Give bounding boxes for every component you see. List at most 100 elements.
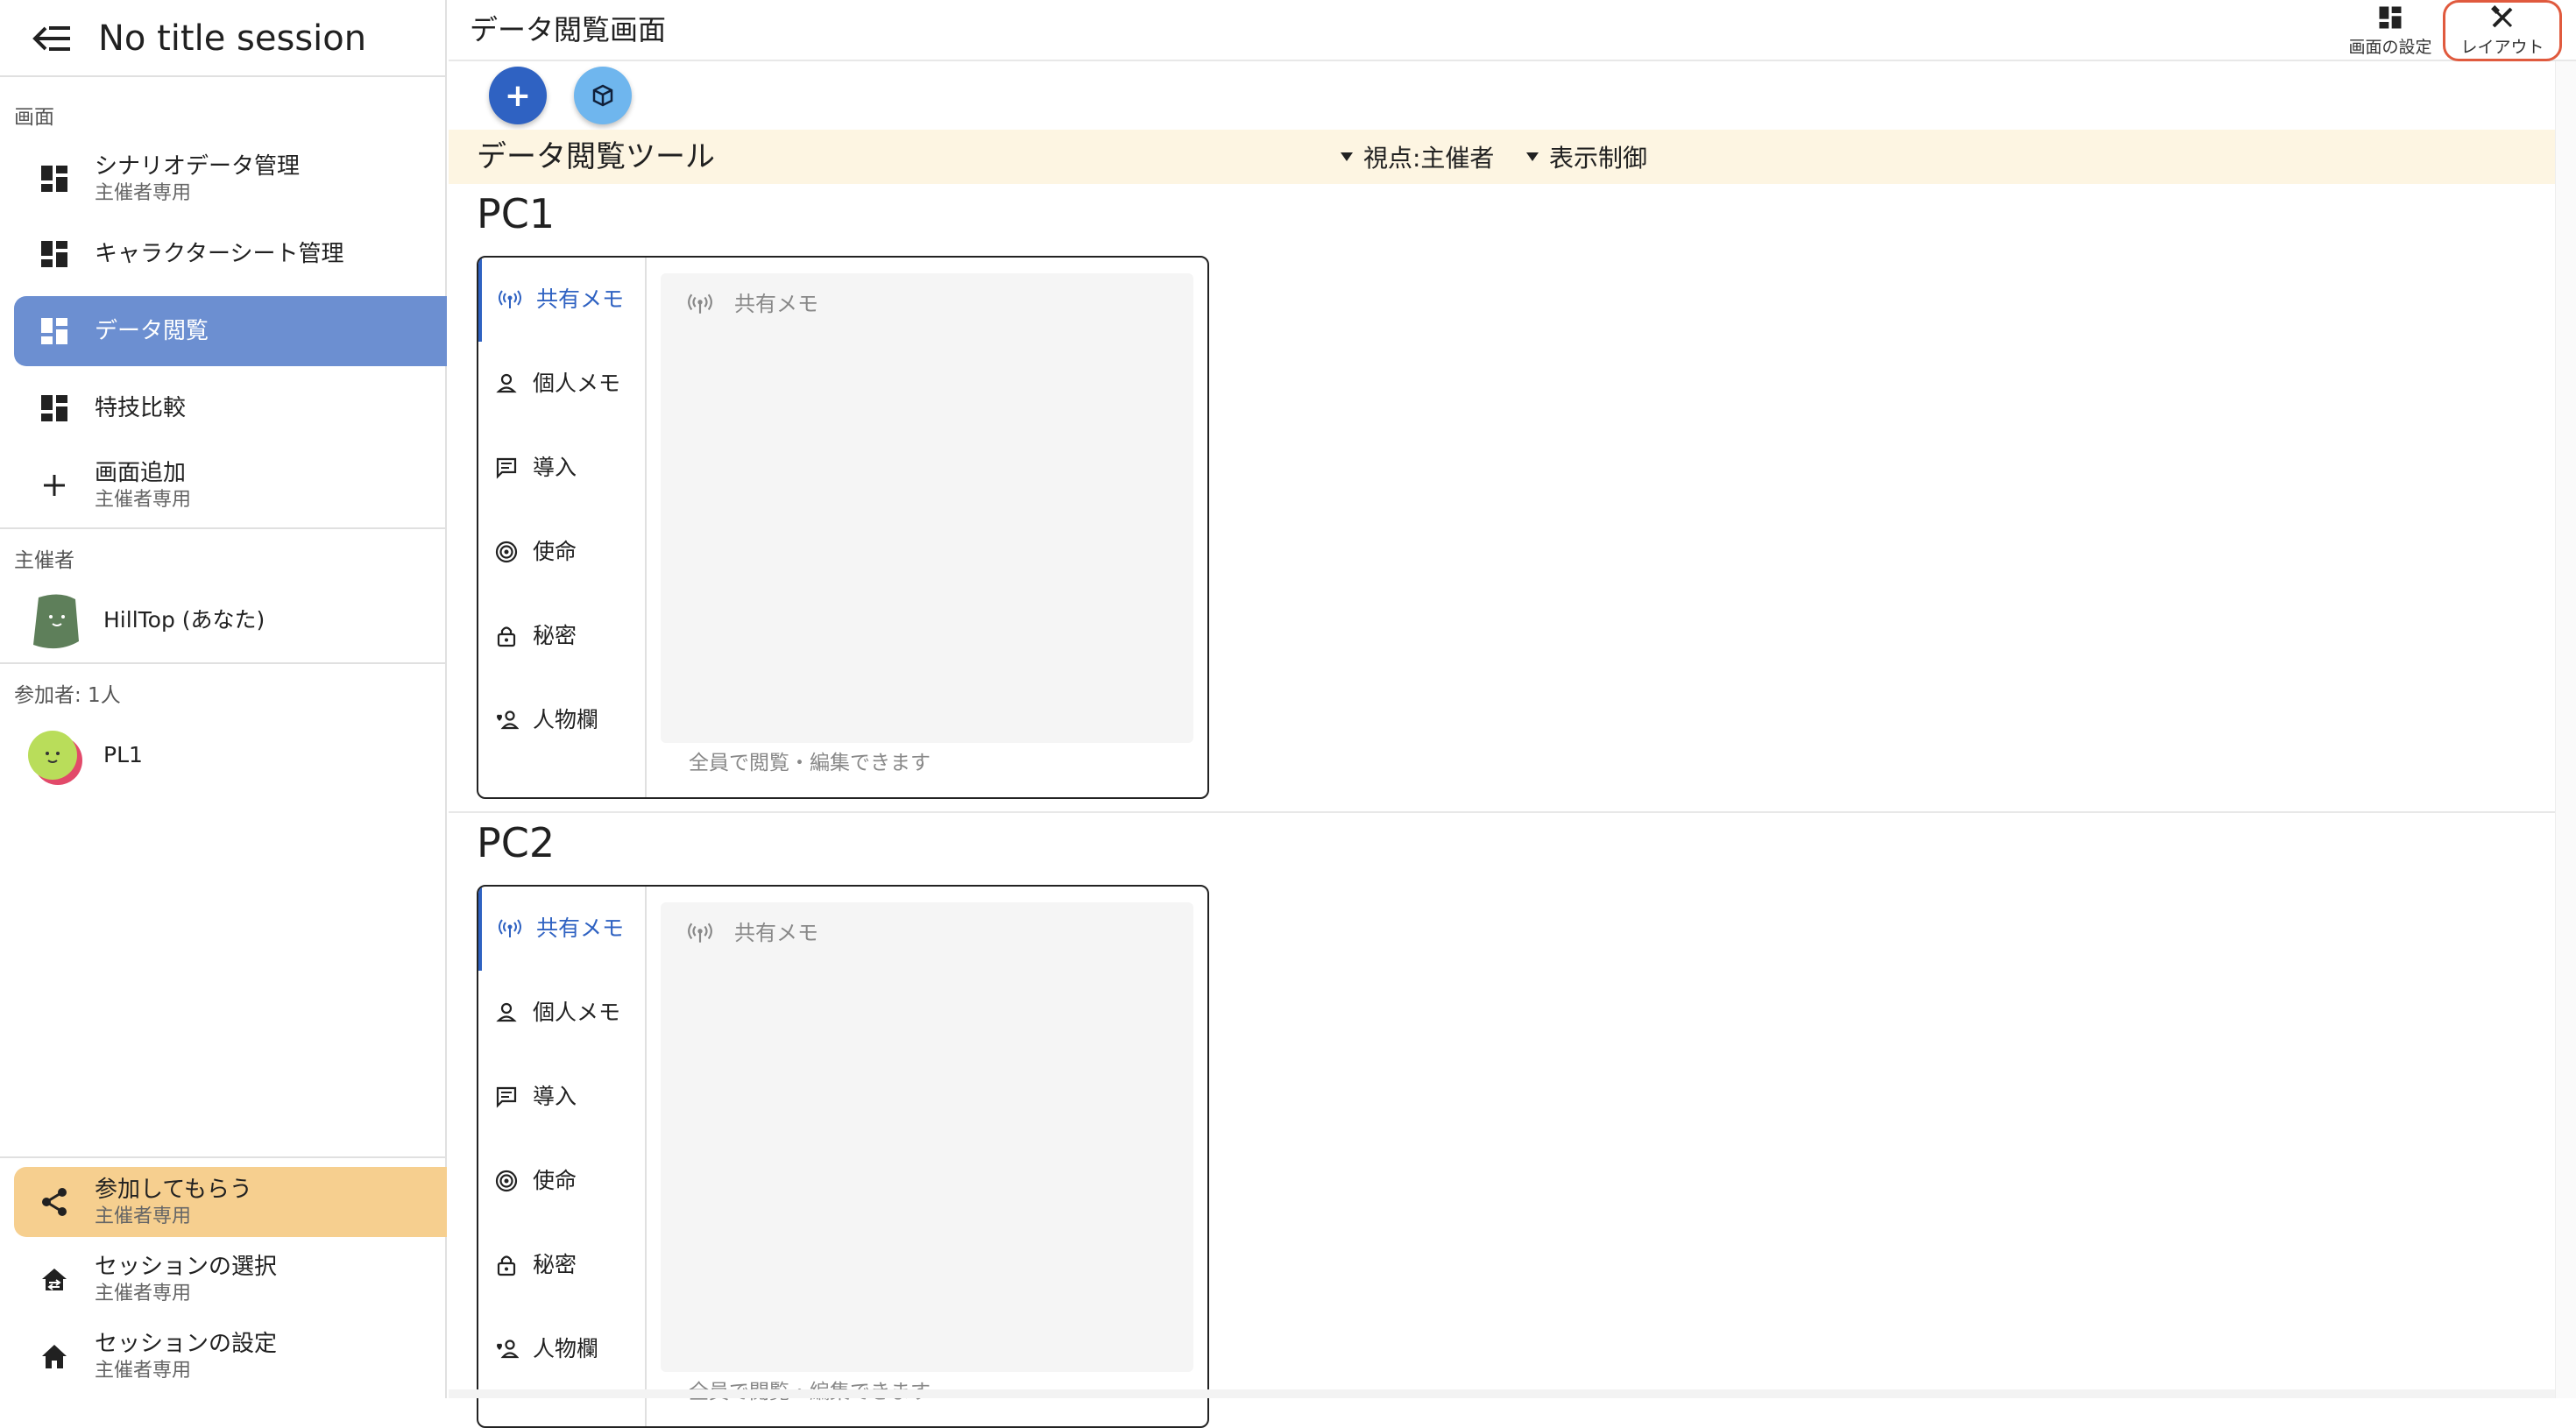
tab-label: 導入: [533, 1084, 577, 1109]
tab-secret[interactable]: 秘密: [478, 594, 645, 678]
nav-item-add-screen[interactable]: 画面追加 主催者専用: [14, 450, 447, 520]
host-member[interactable]: HillTop (あなた): [26, 589, 438, 652]
top-bar: データ閲覧画面 画面の設定 レイアウト: [449, 0, 2576, 61]
divider: [0, 527, 447, 529]
share-icon: [39, 1186, 70, 1218]
cube-icon: [592, 84, 613, 107]
section-label-participants: 参加者: 1人: [14, 684, 121, 707]
pc-title: PC1: [477, 190, 556, 237]
nav-item-skill-compare[interactable]: 特技比較: [14, 373, 447, 443]
tab-shared-memo[interactable]: 共有メモ: [478, 887, 645, 971]
participant-avatar: [28, 731, 82, 785]
tab-personal-memo[interactable]: 個人メモ: [478, 971, 645, 1055]
house-switch-icon: [39, 1263, 70, 1295]
lock-icon: [497, 1255, 516, 1276]
tab-label: 秘密: [533, 1252, 577, 1277]
vertical-scrollbar[interactable]: [2555, 61, 2576, 1398]
session-title: No title session: [98, 18, 367, 59]
nav-item-invite[interactable]: 参加してもらう 主催者専用: [14, 1167, 447, 1237]
add-button[interactable]: +: [489, 67, 547, 124]
person-icon: [496, 1002, 517, 1022]
tab-list: 共有メモ 個人メモ 導入 使命 秘密 人物欄: [478, 258, 647, 797]
tab-label: 個人メモ: [533, 371, 621, 396]
tab-intro[interactable]: 導入: [478, 1055, 645, 1139]
tab-label: 導入: [533, 455, 577, 480]
tab-label: 共有メモ: [536, 286, 625, 312]
message-icon: [496, 457, 517, 479]
pc-title: PC2: [477, 819, 556, 866]
nav-label: 特技比較: [95, 395, 187, 421]
layout-button[interactable]: レイアウト: [2443, 0, 2562, 61]
home-icon: [39, 1340, 70, 1372]
sidebar: No title session 画面 シナリオデータ管理 主催者専用 キャラク…: [0, 0, 447, 1398]
tab-mission[interactable]: 使命: [478, 1139, 645, 1223]
tab-intro[interactable]: 導入: [478, 426, 645, 510]
broadcast-icon: [688, 293, 712, 314]
pc-card: 共有メモ 個人メモ 導入 使命 秘密 人物欄 共有メモ 全員で閲覧・編集できます: [477, 256, 1209, 799]
host-avatar: [33, 594, 79, 649]
dashboard-icon: [39, 238, 70, 270]
nav-item-session-select[interactable]: セッションの選択 主催者専用: [14, 1244, 447, 1314]
nav-label: 画面追加: [95, 460, 187, 486]
display-control-label: 表示制御: [1549, 144, 1648, 173]
nav-label: セッションの選択: [95, 1254, 278, 1280]
target-icon: [495, 541, 518, 563]
person-heart-icon: [497, 1340, 519, 1359]
tab-label: 個人メモ: [533, 1000, 621, 1025]
dashboard-icon: [39, 163, 70, 194]
horizontal-scrollbar[interactable]: [449, 1389, 2555, 1398]
data-view-toolbar: データ閲覧ツール 視点:主催者 表示制御: [449, 130, 2576, 184]
participant-member[interactable]: PL1: [26, 724, 438, 787]
tab-secret[interactable]: 秘密: [478, 1223, 645, 1307]
broadcast-icon: [499, 919, 521, 937]
tab-label: 使命: [533, 539, 577, 564]
screen-settings-button[interactable]: 画面の設定: [2338, 0, 2443, 61]
nav-sublabel: 主催者専用: [95, 1205, 192, 1227]
nav-item-character-sheets[interactable]: キャラクターシート管理: [14, 219, 447, 289]
plus-icon: [39, 470, 70, 501]
tool-title: データ閲覧ツール: [477, 139, 715, 174]
person-icon: [496, 373, 517, 393]
tab-personal-memo[interactable]: 個人メモ: [478, 342, 645, 426]
tab-persons[interactable]: 人物欄: [478, 678, 645, 762]
dashboard-icon: [2379, 6, 2402, 28]
memo-hint: 全員で閲覧・編集できます: [689, 752, 931, 774]
nav-item-session-settings[interactable]: セッションの設定 主催者専用: [14, 1321, 447, 1391]
nav-sublabel: 主催者専用: [95, 489, 192, 511]
display-control-dropdown[interactable]: 表示制御: [1526, 130, 1647, 184]
section-divider: [449, 811, 2576, 813]
pc-card: 共有メモ 個人メモ 導入 使命 秘密 人物欄 共有メモ 全員で閲覧・編集できます: [477, 885, 1209, 1428]
lock-icon: [497, 626, 516, 647]
menu-collapse-icon[interactable]: [32, 19, 72, 58]
viewpoint-label: 視点:主催者: [1363, 144, 1495, 173]
sidebar-header: No title session: [0, 0, 447, 77]
tab-mission[interactable]: 使命: [478, 510, 645, 594]
tab-label: 人物欄: [533, 1336, 599, 1361]
shared-memo-textarea[interactable]: 共有メモ: [661, 902, 1193, 1372]
dashboard-icon: [39, 315, 70, 347]
host-name: HillTop (あなた): [103, 607, 265, 633]
section-label-host: 主催者: [14, 549, 74, 572]
caret-down-icon: [1526, 152, 1539, 161]
nav-label: キャラクターシート管理: [95, 241, 344, 267]
tab-label: 使命: [533, 1168, 577, 1193]
message-icon: [496, 1086, 517, 1108]
nav-item-scenario-data[interactable]: シナリオデータ管理 主催者専用: [14, 144, 447, 214]
nav-sublabel: 主催者専用: [95, 1283, 192, 1304]
divider: [0, 1156, 447, 1158]
tab-shared-memo[interactable]: 共有メモ: [478, 258, 645, 342]
tab-label: 共有メモ: [536, 915, 625, 941]
memo-placeholder: 共有メモ: [734, 292, 818, 316]
tools-icon: [2491, 4, 2513, 27]
nav-label: セッションの設定: [95, 1331, 278, 1357]
plus-icon: +: [504, 77, 532, 114]
shared-memo-textarea[interactable]: 共有メモ: [661, 273, 1193, 743]
nav-label: 参加してもらう: [95, 1177, 252, 1203]
viewpoint-dropdown[interactable]: 視点:主催者: [1341, 130, 1494, 184]
nav-sublabel: 主催者専用: [95, 1360, 192, 1382]
cube-button[interactable]: [574, 67, 632, 124]
divider: [0, 662, 447, 664]
nav-item-data-view[interactable]: データ閲覧: [14, 296, 447, 366]
tab-persons[interactable]: 人物欄: [478, 1307, 645, 1391]
broadcast-icon: [499, 290, 521, 308]
